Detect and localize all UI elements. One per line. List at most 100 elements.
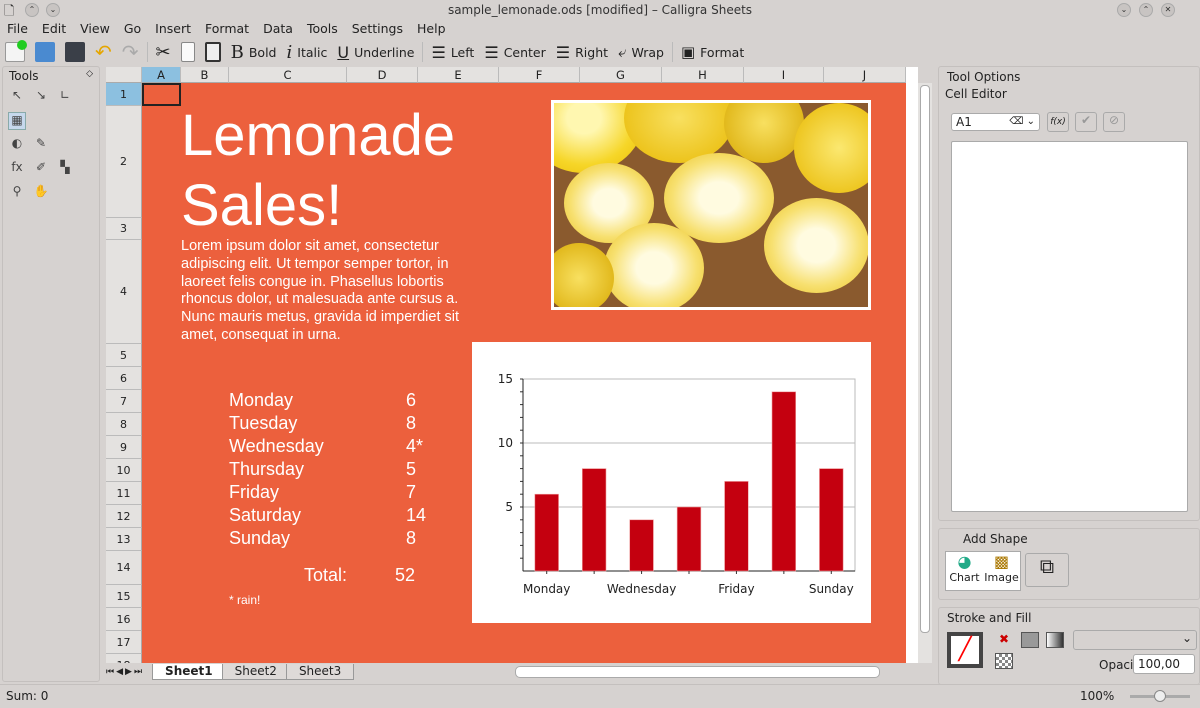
tab-nav-arrows-icon[interactable]: ⏮◀▶⏭ [106,667,144,677]
column-header-h[interactable]: H [662,67,744,83]
column-header-c[interactable]: C [229,67,347,83]
row-header-17[interactable]: 17 [106,631,142,654]
solid-fill-button[interactable] [1021,632,1039,648]
function-button[interactable]: f(x) [1047,112,1069,132]
column-header-g[interactable]: G [580,67,662,83]
tab-sheet1[interactable]: Sheet1 [152,664,226,680]
path-tool-icon[interactable]: ↘ [32,88,50,106]
row-header-10[interactable]: 10 [106,459,142,482]
new-button[interactable] [0,40,30,64]
stroke-fill-swatch[interactable]: ╱ [947,632,983,668]
cancel-button[interactable]: ⊘ [1103,112,1125,132]
bold-button[interactable]: B Bold [226,40,282,64]
copy-button[interactable] [176,40,200,64]
menu-settings[interactable]: Settings [345,20,410,38]
spreadsheet-grid[interactable]: ABCDEFGHIJ 123456789101112131415161718 L… [106,67,918,663]
add-image-shape[interactable]: ▩ Image [983,552,1020,590]
menu-help[interactable]: Help [410,20,453,38]
menu-tools[interactable]: Tools [300,20,345,38]
row-header-8[interactable]: 8 [106,413,142,436]
align-left-button[interactable]: ☰ Left [426,40,479,64]
column-header-e[interactable]: E [418,67,499,83]
more-shapes-button[interactable]: ⧉ [1025,553,1069,587]
select-tool-icon[interactable]: ↖ [8,88,26,106]
row-header-15[interactable]: 15 [106,585,142,608]
fill-tool-icon[interactable]: ✐ [32,160,50,178]
no-fill-button[interactable]: ✖ [995,632,1013,648]
keep-above-icon[interactable]: ⌃ [25,3,39,17]
cell-editor-textarea[interactable] [951,141,1188,512]
menu-data[interactable]: Data [256,20,300,38]
paste-button[interactable] [200,40,226,64]
zoom-level[interactable]: 100% [1080,685,1114,707]
row-header-9[interactable]: 9 [106,436,142,459]
row-header-2[interactable]: 2 [106,106,142,218]
align-center-button[interactable]: ☰ Center [479,40,550,64]
redo-button[interactable]: ↷ [117,40,144,64]
row-header-3[interactable]: 3 [106,218,142,240]
menu-edit[interactable]: Edit [35,20,73,38]
lemons-photo[interactable] [551,100,871,310]
column-header-a[interactable]: A [142,67,181,83]
freehand-tool-icon[interactable]: ∟ [56,88,74,106]
cell-tool-icon[interactable]: ▦ [8,112,26,130]
menu-format[interactable]: Format [198,20,256,38]
zoom-tool-icon[interactable]: ⚲ [8,184,26,202]
row-header-6[interactable]: 6 [106,367,142,390]
formula-tool-icon[interactable]: fx [8,160,26,178]
wrap-button[interactable]: ⤶ Wrap [613,40,669,64]
menu-insert[interactable]: Insert [148,20,198,38]
sales-chart[interactable]: 5 10 15 Monday Wednesday Friday Sunday [472,342,871,623]
align-right-button[interactable]: ☰ Right [551,40,613,64]
save-button[interactable] [60,40,90,64]
column-header-j[interactable]: J [824,67,906,83]
vertical-scrollbar[interactable] [918,83,932,663]
undo-button[interactable]: ↶ [90,40,117,64]
row-header-16[interactable]: 16 [106,608,142,631]
pattern-tool-icon[interactable]: ▚ [56,160,74,178]
add-chart-shape[interactable]: ◕ Chart [946,552,983,590]
column-header-f[interactable]: F [499,67,580,83]
clear-chevron-icon[interactable]: ⌫ ⌄ [1009,114,1039,130]
row-header-1[interactable]: 1 [106,83,142,106]
row-header-12[interactable]: 12 [106,505,142,528]
pattern-fill-button[interactable] [995,653,1013,669]
row-header-5[interactable]: 5 [106,344,142,367]
pattern-combo[interactable]: ⌄ [1073,630,1197,650]
minimize-button[interactable]: ⌄ [1117,3,1131,17]
selected-cell-a1[interactable] [142,83,181,106]
opacity-spinbox[interactable]: 100,00 [1133,654,1195,674]
row-header-4[interactable]: 4 [106,240,142,344]
accept-button[interactable]: ✔ [1075,112,1097,132]
open-button[interactable] [30,40,60,64]
cell-reference-combo[interactable]: A1 ⌫ ⌄ [951,113,1040,131]
row-header-14[interactable]: 14 [106,551,142,585]
calligraphy-tool-icon[interactable]: ✎ [32,136,50,154]
italic-button[interactable]: i Italic [282,40,333,64]
underline-button[interactable]: U Underline [332,40,419,64]
row-header-18[interactable]: 18 [106,654,142,663]
horizontal-scrollbar[interactable] [515,666,881,678]
sheet-canvas[interactable]: Lemonade Sales! Lorem ipsum dolor sit am… [142,83,906,663]
tab-sheet3[interactable]: Sheet3 [285,664,355,680]
column-header-i[interactable]: I [744,67,824,83]
keep-below-icon[interactable]: ⌄ [46,3,60,17]
column-header-b[interactable]: B [181,67,229,83]
corner-header[interactable] [106,67,142,83]
gradient-fill-button[interactable] [1046,632,1064,648]
menu-go[interactable]: Go [117,20,148,38]
menu-file[interactable]: File [0,20,35,38]
column-header-d[interactable]: D [347,67,418,83]
close-button[interactable]: ✕ [1161,3,1175,17]
panel-float-icon[interactable]: ◇ [86,69,93,79]
format-button[interactable]: ▣ Format [676,40,749,64]
maximize-button[interactable]: ⌃ [1139,3,1153,17]
pan-tool-icon[interactable]: ✋ [32,184,50,202]
cut-button[interactable]: ✂ [151,40,176,64]
gradient-tool-icon[interactable]: ◐ [8,136,26,154]
row-header-11[interactable]: 11 [106,482,142,505]
row-header-7[interactable]: 7 [106,390,142,413]
tab-sheet2[interactable]: Sheet2 [221,664,290,680]
row-header-13[interactable]: 13 [106,528,142,551]
zoom-slider[interactable] [1130,690,1190,702]
